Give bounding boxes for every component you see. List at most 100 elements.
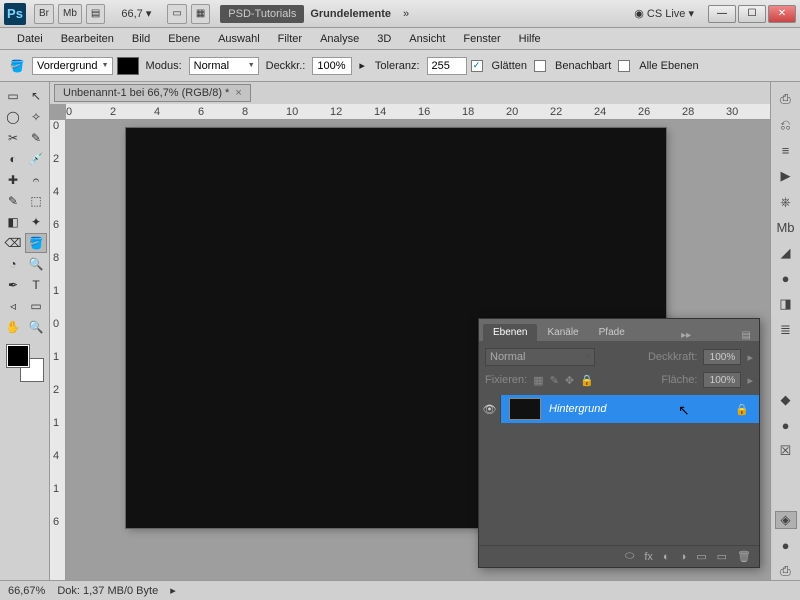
- dock-icon-9[interactable]: ≣: [775, 321, 797, 339]
- dock-icon-6[interactable]: ◢: [775, 244, 797, 262]
- status-arrow-icon[interactable]: ▸: [170, 584, 176, 597]
- dock-icon-15[interactable]: ◈: [775, 511, 797, 529]
- new-layer-icon[interactable]: ▭: [717, 550, 727, 563]
- foreground-color[interactable]: [7, 345, 29, 367]
- delete-layer-icon[interactable]: 🗑: [737, 550, 751, 563]
- tutorials-label[interactable]: PSD-Tutorials: [220, 5, 304, 23]
- minibridge-button[interactable]: Mb: [58, 4, 82, 24]
- tool-14[interactable]: ⌫: [2, 233, 24, 253]
- bridge-button[interactable]: Br: [34, 4, 54, 24]
- tool-19[interactable]: T: [25, 275, 47, 295]
- minimize-button[interactable]: —: [708, 5, 736, 23]
- tab-paths[interactable]: Pfade: [589, 324, 635, 341]
- dock-icon-3[interactable]: ▶: [775, 167, 797, 185]
- film-button[interactable]: ▤: [86, 4, 105, 24]
- opacity-flyout-icon[interactable]: ▸: [747, 351, 753, 364]
- tool-3[interactable]: ✧: [25, 107, 47, 127]
- tool-21[interactable]: ▭: [25, 296, 47, 316]
- dock-icon-5[interactable]: Mb: [775, 219, 797, 236]
- opacity-input[interactable]: 100%: [312, 57, 352, 75]
- color-swatches[interactable]: [7, 345, 43, 381]
- tool-8[interactable]: ✚: [2, 170, 24, 190]
- dock-icon-11[interactable]: ◆: [775, 391, 797, 409]
- menu-analyse[interactable]: Analyse: [311, 33, 368, 45]
- tool-0[interactable]: ▭: [2, 86, 24, 106]
- tool-20[interactable]: ◃: [2, 296, 24, 316]
- dock-icon-7[interactable]: ●: [775, 270, 797, 287]
- menu-ansicht[interactable]: Ansicht: [400, 33, 454, 45]
- tool-16[interactable]: ◔: [2, 254, 24, 274]
- tool-15[interactable]: 🪣: [25, 233, 47, 253]
- layer-opacity-value[interactable]: 100%: [703, 349, 741, 365]
- tool-13[interactable]: ✦: [25, 212, 47, 232]
- tool-11[interactable]: ⬚: [25, 191, 47, 211]
- layer-blend-dropdown[interactable]: Normal: [485, 348, 595, 366]
- tool-6[interactable]: ◐: [2, 149, 24, 169]
- menu-bearbeiten[interactable]: Bearbeiten: [52, 33, 123, 45]
- opacity-arrow-icon[interactable]: ▸: [356, 59, 368, 72]
- fill-flyout-icon[interactable]: ▸: [747, 374, 753, 387]
- dock-icon-0[interactable]: ⎙: [775, 90, 797, 108]
- menu-datei[interactable]: Datei: [8, 33, 52, 45]
- dock-icon-1[interactable]: ⎌: [775, 116, 797, 134]
- menu-3d[interactable]: 3D: [368, 33, 400, 45]
- layer-visibility-icon[interactable]: 👁: [479, 395, 501, 423]
- tool-12[interactable]: ◧: [2, 212, 24, 232]
- menu-fenster[interactable]: Fenster: [454, 33, 509, 45]
- tab-close-icon[interactable]: ×: [235, 87, 241, 99]
- layer-row[interactable]: 👁 Hintergrund 🔒: [479, 395, 759, 423]
- document-tab[interactable]: Unbenannt-1 bei 66,7% (RGB/8) * ×: [54, 84, 251, 102]
- tool-17[interactable]: 🔍: [25, 254, 47, 274]
- layer-mask-icon[interactable]: ◐: [663, 551, 670, 563]
- fill-color-swatch[interactable]: [117, 57, 139, 75]
- tool-4[interactable]: ✂: [2, 128, 24, 148]
- tool-1[interactable]: ↖: [25, 86, 47, 106]
- tool-22[interactable]: ✋: [2, 317, 24, 337]
- tool-5[interactable]: ✎: [25, 128, 47, 148]
- blend-mode-dropdown[interactable]: Normal: [189, 57, 259, 75]
- menu-filter[interactable]: Filter: [269, 33, 311, 45]
- menu-ebene[interactable]: Ebene: [159, 33, 209, 45]
- tool-7[interactable]: 💉: [25, 149, 47, 169]
- dock-icon-2[interactable]: ≡: [775, 142, 797, 159]
- dock-icon-12[interactable]: ●: [775, 417, 797, 434]
- contiguous-checkbox[interactable]: [534, 60, 546, 72]
- tool-9[interactable]: 𝄐: [25, 170, 47, 190]
- tab-channels[interactable]: Kanäle: [537, 324, 588, 341]
- more-chevron-icon[interactable]: »: [397, 8, 415, 20]
- arrange-button[interactable]: ▦: [191, 4, 210, 24]
- tool-10[interactable]: ✎: [2, 191, 24, 211]
- dock-icon-8[interactable]: ◨: [775, 295, 797, 313]
- dock-icon-16[interactable]: ●: [775, 537, 797, 554]
- tool-2[interactable]: ◯: [2, 107, 24, 127]
- dock-icon-4[interactable]: ⎈: [775, 193, 797, 211]
- maximize-button[interactable]: ☐: [738, 5, 766, 23]
- close-button[interactable]: ✕: [768, 5, 796, 23]
- menu-hilfe[interactable]: Hilfe: [510, 33, 550, 45]
- fill-source-dropdown[interactable]: Vordergrund: [32, 57, 113, 75]
- dock-icon-17[interactable]: ⎙: [775, 562, 797, 580]
- lock-position-icon[interactable]: ✥: [565, 374, 574, 387]
- workspace-switcher[interactable]: Grundelemente: [304, 8, 397, 20]
- layer-group-icon[interactable]: ▭: [696, 550, 706, 563]
- current-tool-icon[interactable]: 🪣: [6, 56, 28, 76]
- cslive-button[interactable]: ◉ CS Live ▾: [628, 7, 700, 20]
- lock-pixels-icon[interactable]: ✎: [550, 374, 559, 387]
- status-docinfo[interactable]: Dok: 1,37 MB/0 Byte: [57, 585, 158, 597]
- menu-bild[interactable]: Bild: [123, 33, 159, 45]
- layer-fx-icon[interactable]: fx: [644, 551, 653, 563]
- lock-all-icon[interactable]: 🔒: [580, 374, 594, 387]
- antialias-checkbox[interactable]: ✓: [471, 60, 483, 72]
- tab-layers[interactable]: Ebenen: [483, 324, 537, 341]
- dock-icon-13[interactable]: ☒: [775, 442, 797, 460]
- tool-18[interactable]: ✒: [2, 275, 24, 295]
- adjustment-layer-icon[interactable]: ◑: [680, 551, 687, 563]
- tool-23[interactable]: 🔍: [25, 317, 47, 337]
- zoom-level[interactable]: 66,7 ▾: [115, 7, 157, 20]
- link-layers-icon[interactable]: ⬭: [625, 550, 634, 563]
- lock-transparency-icon[interactable]: ▦: [533, 374, 543, 387]
- layer-thumbnail[interactable]: [509, 398, 541, 420]
- tolerance-input[interactable]: 255: [427, 57, 467, 75]
- menu-auswahl[interactable]: Auswahl: [209, 33, 269, 45]
- panel-menu-icon[interactable]: ▤: [738, 330, 755, 341]
